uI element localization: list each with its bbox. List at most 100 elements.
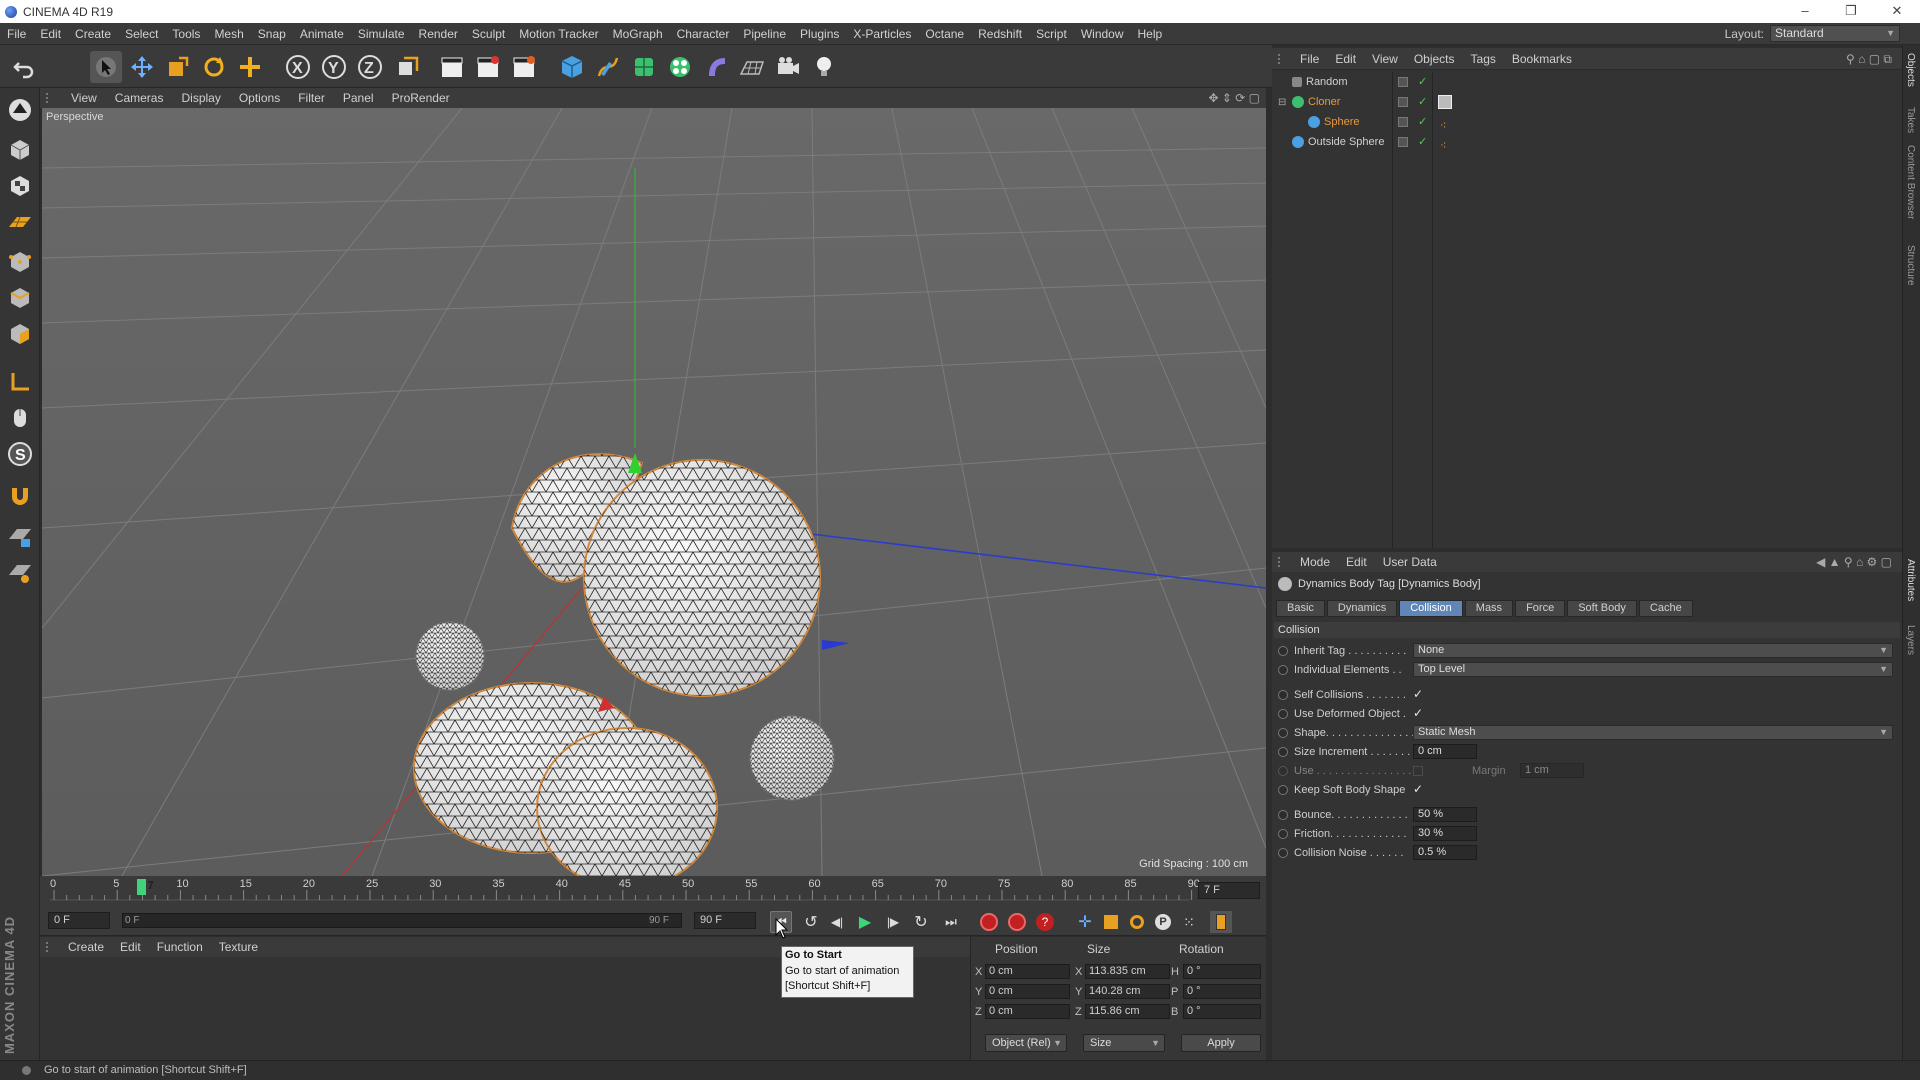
- side-tab-content-browser[interactable]: Content Browser: [1905, 145, 1916, 219]
- animate-dot-icon[interactable]: [1278, 766, 1288, 776]
- animate-dot-icon[interactable]: [1278, 829, 1288, 839]
- close-button[interactable]: ✕: [1874, 0, 1920, 23]
- object-row-cloner[interactable]: ⊟ Cloner ✓: [1272, 92, 1902, 112]
- object-menu-view[interactable]: View: [1364, 52, 1406, 66]
- object-menu-file[interactable]: File: [1292, 52, 1327, 66]
- go-to-previous-key-button[interactable]: ↺: [800, 911, 822, 933]
- use-margin-checkbox[interactable]: [1413, 766, 1423, 776]
- size-z-field[interactable]: 115.86 cm: [1085, 1004, 1170, 1019]
- phong-tag-icon[interactable]: ⁖: [1440, 136, 1446, 156]
- object-search-icons[interactable]: ⚲ ⌂ ▢ ⧉: [1846, 52, 1892, 67]
- rot-b-field[interactable]: 0 °: [1183, 1004, 1261, 1019]
- animate-dot-icon[interactable]: [1278, 810, 1288, 820]
- menu-animate[interactable]: Animate: [293, 27, 351, 41]
- size-x-field[interactable]: 113.835 cm: [1085, 964, 1170, 979]
- deformer-button[interactable]: [700, 51, 732, 83]
- coordinate-system-button[interactable]: [392, 51, 424, 83]
- pos-z-field[interactable]: 0 cm: [985, 1004, 1070, 1019]
- cloner-button[interactable]: [664, 51, 696, 83]
- menu-character[interactable]: Character: [670, 27, 737, 41]
- attribute-menu-mode[interactable]: Mode: [1292, 555, 1338, 569]
- enabled-check-icon[interactable]: ✓: [1418, 132, 1427, 152]
- record-parameter-button[interactable]: P: [1152, 911, 1174, 933]
- viewport-menu-cameras[interactable]: Cameras: [106, 91, 173, 105]
- menu-pipeline[interactable]: Pipeline: [736, 27, 793, 41]
- menu-octane[interactable]: Octane: [918, 27, 971, 41]
- go-to-previous-frame-button[interactable]: ◀|: [826, 911, 848, 933]
- planar-workplane-button[interactable]: [4, 556, 36, 588]
- x-axis-lock-button[interactable]: X: [282, 51, 314, 83]
- friction-field[interactable]: 30 %: [1413, 826, 1477, 841]
- enabled-check-icon[interactable]: ✓: [1418, 72, 1427, 92]
- object-row-random[interactable]: Random ✓: [1272, 72, 1902, 92]
- model-mode-button[interactable]: [4, 134, 36, 166]
- magnet-button[interactable]: [4, 480, 36, 512]
- animate-dot-icon[interactable]: [1278, 785, 1288, 795]
- coordinate-mode-select[interactable]: Object (Rel) ▼: [985, 1034, 1067, 1052]
- tab-dynamics[interactable]: Dynamics: [1326, 600, 1398, 617]
- timeline-window-button[interactable]: [1210, 911, 1232, 933]
- keep-soft-body-shape-checkbox[interactable]: ✓: [1413, 783, 1425, 795]
- floor-object-button[interactable]: [736, 51, 768, 83]
- menu-select[interactable]: Select: [118, 27, 165, 41]
- camera-button[interactable]: [772, 51, 804, 83]
- use-deformed-object-checkbox[interactable]: ✓: [1413, 707, 1425, 719]
- menu-edit[interactable]: Edit: [33, 27, 68, 41]
- viewport-navigation-icons[interactable]: ✥ ⇕ ⟳ ▢: [1208, 91, 1260, 105]
- snapping-button[interactable]: S: [4, 438, 36, 470]
- render-picture-viewer-button[interactable]: [472, 51, 504, 83]
- tab-basic[interactable]: Basic: [1276, 600, 1325, 617]
- menu-script[interactable]: Script: [1029, 27, 1074, 41]
- attribute-menu-edit[interactable]: Edit: [1338, 555, 1375, 569]
- animate-dot-icon[interactable]: [1278, 848, 1288, 858]
- margin-field[interactable]: 1 cm: [1520, 763, 1584, 778]
- z-axis-handle[interactable]: [822, 640, 850, 650]
- workplane-lock-button[interactable]: [4, 520, 36, 552]
- menu-redshift[interactable]: Redshift: [971, 27, 1029, 41]
- menu-mograph[interactable]: MoGraph: [606, 27, 670, 41]
- menu-sculpt[interactable]: Sculpt: [465, 27, 512, 41]
- workplane-mode-button[interactable]: [4, 206, 36, 238]
- render-view-button[interactable]: [436, 51, 468, 83]
- object-menu-bookmarks[interactable]: Bookmarks: [1504, 52, 1580, 66]
- y-axis-lock-button[interactable]: Y: [318, 51, 350, 83]
- material-menu-texture[interactable]: Texture: [211, 940, 266, 954]
- expand-toggle-icon[interactable]: ⊟: [1278, 93, 1286, 113]
- visibility-toggle[interactable]: [1398, 117, 1408, 127]
- side-tab-attributes[interactable]: Attributes: [1905, 559, 1916, 601]
- menu-tools[interactable]: Tools: [165, 27, 207, 41]
- visibility-toggle[interactable]: [1398, 97, 1408, 107]
- animate-dot-icon[interactable]: [1278, 646, 1288, 656]
- bounce-field[interactable]: 50 %: [1413, 807, 1477, 822]
- material-menu-edit[interactable]: Edit: [112, 940, 149, 954]
- layout-dropdown[interactable]: Standard ▼: [1770, 25, 1900, 42]
- tab-cache[interactable]: Cache: [1638, 600, 1693, 617]
- record-active-objects-button[interactable]: [978, 911, 1000, 933]
- viewport-menu-panel[interactable]: Panel: [334, 91, 383, 105]
- preview-range-slider[interactable]: 0 F 90 F: [122, 913, 682, 928]
- visibility-toggle[interactable]: [1398, 77, 1408, 87]
- move-tool-button[interactable]: [126, 51, 158, 83]
- z-axis-lock-button[interactable]: Z: [354, 51, 386, 83]
- spline-pen-button[interactable]: [592, 51, 624, 83]
- pos-y-field[interactable]: 0 cm: [985, 984, 1070, 999]
- viewport-menu-filter[interactable]: Filter: [289, 91, 334, 105]
- tab-mass[interactable]: Mass: [1464, 600, 1514, 617]
- rotate-tool-button[interactable]: [198, 51, 230, 83]
- record-rotation-button[interactable]: [1126, 911, 1148, 933]
- end-frame-field[interactable]: 90 F: [694, 912, 756, 929]
- individual-elements-select[interactable]: Top Level ▼: [1413, 662, 1893, 677]
- undo-button[interactable]: [8, 51, 40, 83]
- tab-collision[interactable]: Collision: [1399, 600, 1463, 617]
- timeline-ruler[interactable]: 0 5 10 15 20 25 30 35 40 45 50 55 60 65 70 75 80 85 90 7 7…: [40, 876, 1266, 906]
- points-mode-button[interactable]: [4, 246, 36, 278]
- menu-simulate[interactable]: Simulate: [351, 27, 412, 41]
- go-to-next-frame-button[interactable]: |▶: [882, 911, 904, 933]
- menu-file[interactable]: File: [0, 27, 33, 41]
- axis-mode-button[interactable]: [4, 366, 36, 398]
- object-menu-objects[interactable]: Objects: [1406, 52, 1463, 66]
- menu-render[interactable]: Render: [412, 27, 465, 41]
- menu-plugins[interactable]: Plugins: [793, 27, 846, 41]
- menu-motion-tracker[interactable]: Motion Tracker: [512, 27, 605, 41]
- recent-tool-button[interactable]: [234, 51, 266, 83]
